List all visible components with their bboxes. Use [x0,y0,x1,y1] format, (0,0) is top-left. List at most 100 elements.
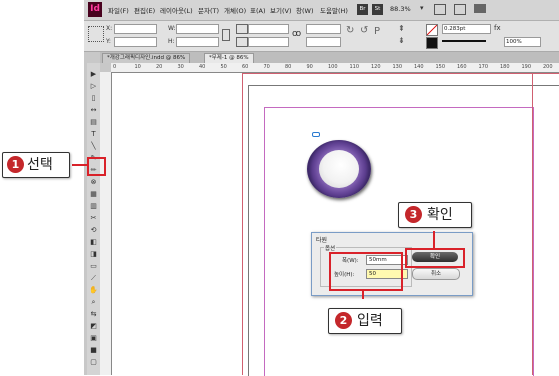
stroke-type-selector[interactable] [442,40,486,42]
opacity-field[interactable]: 100% [504,37,541,47]
tab-document-1[interactable]: *개강그래픽디자인.indd @ 86% [102,53,191,63]
stock-button[interactable]: St [372,4,383,15]
indesign-logo: Id [88,2,102,17]
ruler-tick: 20 [156,64,163,70]
connector-line-2 [362,289,364,299]
fx-icon[interactable]: fx [494,24,501,32]
menu-edit[interactable]: 편집(E) [134,5,155,15]
free-transform-tool-icon[interactable]: ⟲ [87,225,100,236]
line-tool-icon[interactable]: ╲ [87,141,100,152]
rotate-ccw-icon[interactable]: ↺ [360,25,368,36]
arrange-documents-icon[interactable] [474,4,486,13]
scale-x-icon [236,24,248,34]
menu-type[interactable]: 문자(T) [198,5,219,15]
zoom-level[interactable]: 88.3% [390,5,411,13]
ruler-tick: 190 [521,64,532,70]
y-label: Y: [106,38,111,45]
scale-x-field[interactable] [248,24,289,34]
ruler-tick: 180 [500,64,510,70]
selection-handle[interactable] [312,132,320,137]
zoom-tool-icon[interactable]: ⌕ [87,297,100,308]
menu-view[interactable]: 보기(V) [270,5,291,15]
connector-line-3 [433,231,435,248]
constrain-proportions-icon[interactable] [222,29,230,41]
ruler-tick: 150 [435,64,446,70]
swap-colors-icon[interactable]: ⇆ [87,309,100,320]
select-container-icon[interactable]: ⇞ [398,24,405,33]
w-field[interactable] [176,24,219,34]
menu-object[interactable]: 개체(O) [224,5,246,15]
note-tool-icon[interactable]: ▭ [87,261,100,272]
hand-tool-icon[interactable]: ✋ [87,285,100,296]
type-tool-icon[interactable]: T [87,129,100,140]
ellipse-frame-tool-icon[interactable]: ⊗ [87,177,100,188]
page-tool-icon[interactable]: ▯ [87,93,100,104]
vertical-ruler [100,72,112,375]
cancel-button[interactable]: 취소 [412,268,460,280]
shear-field[interactable] [306,37,341,47]
step-1-text: 선택 [27,157,53,173]
step-1-number: 1 [7,156,24,173]
fill-stroke-icon[interactable]: ◩ [87,321,100,332]
gap-tool-icon[interactable]: ↔ [87,105,100,116]
rotate-icon: ꝏ [292,29,302,39]
table-tool-icon[interactable]: ▦ [87,189,100,200]
stroke-swatch[interactable] [426,37,438,49]
rotate-90-icon[interactable]: ↻ [346,25,354,36]
fill-swatch[interactable] [426,24,438,36]
tool-highlight [87,157,106,176]
x-field[interactable] [114,24,157,34]
selection-tool-icon[interactable]: ▶ [87,69,100,80]
flip-icon[interactable]: P [374,26,380,37]
rotate-field[interactable] [306,24,341,34]
ruler-tick: 80 [285,64,292,70]
menu-table[interactable]: 표(A) [250,5,266,15]
content-collector-icon[interactable]: ▤ [87,117,100,128]
ruler-tick: 60 [242,64,249,70]
gradient-feather-tool-icon[interactable]: ◨ [87,249,100,260]
tools-panel: ▶ ▷ ▯ ↔ ▤ T ╲ ✎ ✏ ⊗ ▦ ▥ ✂ ⟲ ◧ ◨ ▭ ⟋ ✋ ⌕ … [87,63,100,375]
view-options-icon[interactable] [454,4,466,15]
ruler-tick: 140 [414,64,424,70]
select-content-icon[interactable]: ⇟ [398,36,405,45]
ring-center [319,150,359,188]
direct-selection-tool-icon[interactable]: ▷ [87,81,100,92]
eyedropper-tool-icon[interactable]: ⟋ [87,273,100,284]
h-label: H: [168,38,175,45]
step-3-number: 3 [405,206,422,223]
menu-bar: Id 파일(F) 편집(E) 레이아웃(L) 문자(T) 개체(O) 표(A) … [84,0,559,21]
ruler-tick: 130 [392,64,403,70]
ruler-tick: 70 [263,64,270,70]
y-field[interactable] [114,37,157,47]
screen-mode-icon[interactable] [434,4,446,15]
menu-file[interactable]: 파일(F) [108,5,129,15]
bridge-button[interactable]: Br [357,4,368,15]
screen-mode-tool-icon[interactable]: ▢ [87,357,100,368]
ruler-tick: 160 [457,64,467,70]
stroke-weight-field[interactable]: 0.283pt [442,24,491,34]
bleed-guide-right [532,73,533,375]
chevron-down-icon[interactable]: ▾ [420,4,424,12]
scissors-tool-icon[interactable]: ✂ [87,213,100,224]
apply-color-icon[interactable]: ■ [87,345,100,356]
formatting-icon[interactable]: ▣ [87,333,100,344]
tab-document-2[interactable]: *무제-1 @ 86% [204,53,254,63]
step-2-number: 2 [335,312,352,329]
h-field[interactable] [176,37,219,47]
horizontal-ruler: 0 10 20 30 40 50 60 70 80 90 100 110 120 130 140 150 160… [111,63,559,73]
ok-highlight [405,248,465,268]
menu-layout[interactable]: 레이아웃(L) [160,5,193,15]
reference-point-icon[interactable] [88,26,104,42]
menu-window[interactable]: 창(W) [296,5,313,15]
dialog-title: 타원 [316,237,328,244]
ruler-tick: 10 [134,64,141,70]
gradient-tool-icon[interactable]: ◧ [87,237,100,248]
menu-help[interactable]: 도움말(H) [320,5,348,15]
rectangle-tool-icon[interactable]: ▥ [87,201,100,212]
options-group-label: 옵션 [324,244,337,252]
ruler-tick: 50 [220,64,227,70]
callout-step-3: 3 확인 [398,202,472,228]
scale-y-field[interactable] [248,37,289,47]
ruler-tick: 200 [543,64,553,70]
w-label: W: [168,25,176,32]
